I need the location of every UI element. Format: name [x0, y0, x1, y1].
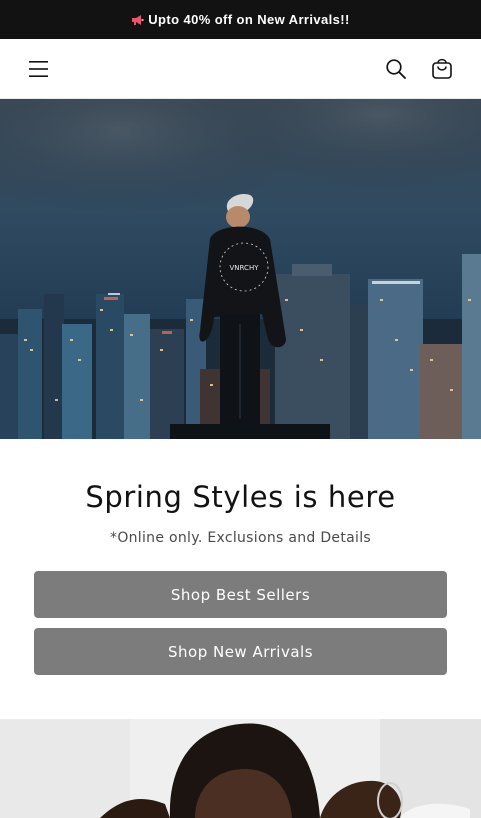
hamburger-menu-icon[interactable]: [27, 57, 51, 81]
svg-text:VNRCHY: VNRCHY: [230, 264, 260, 272]
site-header: [0, 39, 481, 99]
promo-section: Spring Styles is here *Online only. Excl…: [0, 439, 481, 675]
promo-subtext: *Online only. Exclusions and Details: [110, 530, 371, 546]
hero-banner-image: VNRCHY: [0, 99, 481, 439]
megaphone-icon: [131, 14, 144, 26]
announcement-text: Upto 40% off on New Arrivals!!: [148, 12, 350, 27]
announcement-bar: Upto 40% off on New Arrivals!!: [0, 0, 481, 39]
shop-best-sellers-button[interactable]: Shop Best Sellers: [34, 571, 447, 618]
shop-new-arrivals-button[interactable]: Shop New Arrivals: [34, 628, 447, 675]
search-icon[interactable]: [384, 57, 408, 81]
cart-bag-icon[interactable]: [430, 57, 454, 81]
promo-heading: Spring Styles is here: [85, 480, 396, 514]
secondary-banner-image: [0, 719, 481, 818]
